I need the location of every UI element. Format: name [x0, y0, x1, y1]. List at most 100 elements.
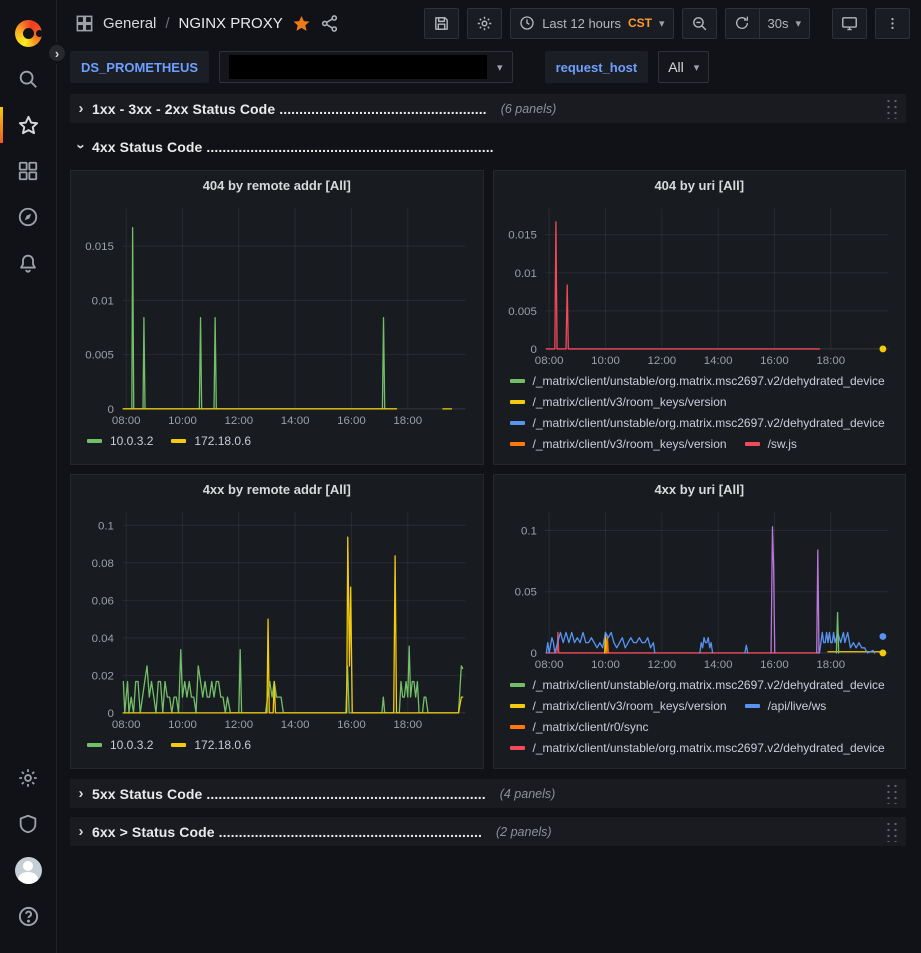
- grafana-logo-icon: [15, 20, 42, 47]
- legend-item[interactable]: /_matrix/client/unstable/org.matrix.msc2…: [510, 416, 885, 430]
- panel-4xx-by-remote-addr: 4xx by remote addr [All] 00.020.040.060.…: [70, 474, 484, 769]
- sidebar-item-search[interactable]: [0, 56, 57, 102]
- legend-label: /_matrix/client/v3/room_keys/version: [533, 437, 727, 451]
- tv-mode-button[interactable]: [832, 8, 867, 39]
- share-icon[interactable]: [320, 14, 339, 33]
- legend-row: /_matrix/client/v3/room_keys/version/sw.…: [510, 433, 898, 454]
- row-1xx-3xx-2xx[interactable]: › 1xx - 3xx - 2xx Status Code ..........…: [70, 94, 906, 123]
- dashboard-settings-button[interactable]: [467, 8, 502, 39]
- panel-title[interactable]: 4xx by remote addr [All]: [71, 475, 483, 504]
- svg-text:0.005: 0.005: [85, 350, 114, 362]
- row-4xx[interactable]: › 4xx Status Code ......................…: [70, 132, 906, 161]
- timeseries-chart[interactable]: 00.020.040.060.080.108:0010:0012:0014:00…: [76, 504, 478, 733]
- row-drag-handle[interactable]: [885, 821, 899, 842]
- datasource-variable-select[interactable]: ▾: [219, 51, 513, 83]
- legend-label: /_matrix/client/v3/room_keys/version: [533, 395, 727, 409]
- timeseries-chart[interactable]: 00.050.108:0010:0012:0014:0016:0018:00: [499, 504, 901, 673]
- legend-item[interactable]: /sw.js: [745, 437, 797, 451]
- legend-swatch: [87, 743, 102, 747]
- sidebar-item-alerting[interactable]: [0, 240, 57, 286]
- legend-item[interactable]: 10.0.3.2: [87, 434, 153, 448]
- svg-text:18:00: 18:00: [816, 659, 845, 671]
- bell-icon: [17, 252, 39, 274]
- sidebar-collapse-button[interactable]: ›: [46, 42, 68, 64]
- breadcrumb-folder[interactable]: General: [103, 15, 156, 32]
- sidebar-item-configuration[interactable]: [0, 755, 57, 801]
- save-dashboard-button[interactable]: [424, 8, 459, 39]
- svg-text:14:00: 14:00: [703, 355, 732, 367]
- legend-item[interactable]: /_matrix/client/v3/room_keys/version: [510, 699, 727, 713]
- svg-text:10:00: 10:00: [168, 415, 197, 427]
- apps-icon: [75, 14, 94, 33]
- legend-item[interactable]: /api/live/ws: [745, 699, 827, 713]
- panel-title[interactable]: 404 by remote addr [All]: [71, 171, 483, 200]
- timeseries-chart[interactable]: 00.0050.010.01508:0010:0012:0014:0016:00…: [499, 200, 901, 369]
- row-drag-handle[interactable]: [885, 783, 899, 804]
- time-range-picker[interactable]: Last 12 hours CST ▾: [510, 8, 673, 39]
- legend-label: /_matrix/client/v3/room_keys/version: [533, 699, 727, 713]
- sidebar-item-server-admin[interactable]: [0, 801, 57, 847]
- top-navbar: General / NGINX PROXY L: [57, 0, 921, 46]
- svg-text:12:00: 12:00: [224, 415, 253, 427]
- legend-item[interactable]: 172.18.0.6: [171, 434, 251, 448]
- more-options-button[interactable]: [875, 8, 910, 39]
- legend-item[interactable]: /_matrix/client/v3/room_keys/version: [510, 395, 727, 409]
- row-6xx[interactable]: › 6xx > Status Code ....................…: [70, 817, 906, 846]
- refresh-button-group: 30s ▾: [725, 8, 811, 39]
- legend-swatch: [510, 725, 525, 729]
- legend-item[interactable]: 10.0.3.2: [87, 738, 153, 752]
- sidebar-item-starred[interactable]: [0, 102, 57, 148]
- legend-item[interactable]: 172.18.0.6: [171, 738, 251, 752]
- time-range-label: Last 12 hours: [542, 16, 621, 31]
- sidebar-item-explore[interactable]: [0, 194, 57, 240]
- zoom-out-time-button[interactable]: [682, 8, 717, 39]
- sidebar-item-dashboards[interactable]: [0, 148, 57, 194]
- legend-item[interactable]: /_matrix/client/v3/room_keys/version: [510, 437, 727, 451]
- row-title: 5xx Status Code ........................…: [92, 786, 486, 802]
- row-5xx[interactable]: › 5xx Status Code ......................…: [70, 779, 906, 808]
- request-host-value: All: [668, 59, 684, 75]
- chart-wrap: 00.0050.010.01508:0010:0012:0014:0016:00…: [71, 200, 483, 429]
- sidebar-item-help[interactable]: [0, 893, 57, 939]
- legend-item[interactable]: /_matrix/client/unstable/org.matrix.msc2…: [510, 374, 885, 388]
- panel-legend: 10.0.3.2 172.18.0.6: [71, 733, 483, 759]
- legend-row: 10.0.3.2 172.18.0.6: [87, 430, 475, 451]
- panel-404-by-remote-addr: 404 by remote addr [All] 00.0050.010.015…: [70, 170, 484, 465]
- favorite-star-icon[interactable]: [292, 14, 311, 33]
- refresh-interval-picker[interactable]: 30s ▾: [760, 8, 811, 39]
- svg-text:08:00: 08:00: [112, 719, 141, 731]
- star-icon: [17, 114, 40, 137]
- datasource-variable-label[interactable]: DS_PROMETHEUS: [70, 51, 209, 83]
- breadcrumb-dashboard-title[interactable]: NGINX PROXY: [179, 15, 283, 32]
- breadcrumb: General / NGINX PROXY: [75, 14, 339, 33]
- kebab-menu-icon: [885, 16, 900, 31]
- sidebar: ›: [0, 0, 57, 953]
- legend-item[interactable]: /_matrix/client/r0/sync: [510, 720, 649, 734]
- svg-text:0.01: 0.01: [92, 295, 114, 307]
- request-host-variable-label[interactable]: request_host: [545, 51, 649, 83]
- svg-text:08:00: 08:00: [534, 659, 563, 671]
- refresh-button[interactable]: [725, 8, 760, 39]
- legend-row: /_matrix/client/unstable/org.matrix.msc2…: [510, 674, 898, 695]
- chevron-down-icon: ▾: [497, 61, 503, 74]
- legend-swatch: [510, 421, 525, 425]
- legend-swatch: [510, 746, 525, 750]
- panel-title[interactable]: 4xx by uri [All]: [494, 475, 906, 504]
- panel-title[interactable]: 404 by uri [All]: [494, 171, 906, 200]
- legend-item[interactable]: /_matrix/client/unstable/org.matrix.msc2…: [510, 741, 885, 755]
- svg-text:0.04: 0.04: [92, 633, 115, 645]
- monitor-icon: [841, 15, 858, 32]
- row-title: 6xx > Status Code ......................…: [92, 824, 482, 840]
- refresh-interval-label: 30s: [768, 16, 789, 31]
- legend-swatch: [510, 442, 525, 446]
- panel-4xx-by-uri: 4xx by uri [All] 00.050.108:0010:0012:00…: [493, 474, 907, 769]
- legend-item[interactable]: /_matrix/client/unstable/org.matrix.msc2…: [510, 678, 885, 692]
- svg-text:08:00: 08:00: [112, 415, 141, 427]
- request-host-variable-select[interactable]: All ▾: [658, 51, 709, 83]
- row-drag-handle[interactable]: [885, 98, 899, 119]
- svg-text:18:00: 18:00: [393, 415, 422, 427]
- sidebar-item-profile[interactable]: [0, 847, 57, 893]
- legend-label: /sw.js: [768, 437, 797, 451]
- svg-text:16:00: 16:00: [337, 415, 366, 427]
- timeseries-chart[interactable]: 00.0050.010.01508:0010:0012:0014:0016:00…: [76, 200, 478, 429]
